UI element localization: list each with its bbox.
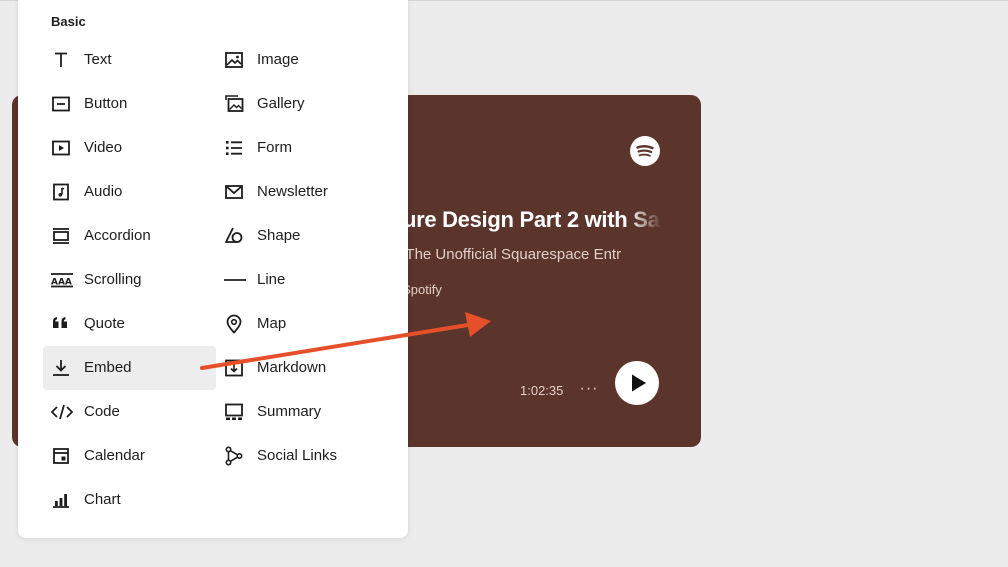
block-item-label: Accordion xyxy=(84,227,151,244)
block-item-label: Form xyxy=(257,139,292,156)
spotify-logo-icon[interactable] xyxy=(630,136,660,166)
line-icon xyxy=(224,270,246,290)
section-title-basic: Basic xyxy=(51,14,86,29)
form-icon xyxy=(224,138,244,158)
block-item-newsletter[interactable]: Newsletter xyxy=(216,170,389,214)
block-item-label: Calendar xyxy=(84,447,145,464)
page: igure Design Part 2 with Sa 3 · The Unof… xyxy=(0,0,1008,567)
block-item-chart[interactable]: Chart xyxy=(43,478,216,522)
block-item-audio[interactable]: Audio xyxy=(43,170,216,214)
block-item-form[interactable]: Form xyxy=(216,126,389,170)
block-item-label: Markdown xyxy=(257,359,327,376)
episode-title[interactable]: igure Design Part 2 with Sa xyxy=(384,207,662,233)
block-item-label: Embed xyxy=(84,359,132,376)
block-item-quote[interactable]: Quote xyxy=(43,302,216,346)
text-icon xyxy=(51,50,71,70)
episode-duration: 1:02:35 xyxy=(520,383,564,398)
block-item-label: Newsletter xyxy=(257,183,328,200)
block-item-label: Summary xyxy=(257,403,322,420)
block-item-label: Map xyxy=(257,315,287,332)
block-item-text[interactable]: Text xyxy=(43,38,216,82)
block-item-embed[interactable]: Embed xyxy=(43,346,216,390)
block-item-label: Gallery xyxy=(257,95,305,112)
markdown-icon xyxy=(224,358,244,378)
audio-icon xyxy=(51,182,71,202)
block-item-calendar[interactable]: Calendar xyxy=(43,434,216,478)
block-item-scrolling[interactable]: AAA Scrolling xyxy=(43,258,216,302)
video-icon xyxy=(51,138,71,158)
more-options-button[interactable]: ··· xyxy=(578,378,600,400)
block-item-accordion[interactable]: Accordion xyxy=(43,214,216,258)
gallery-icon xyxy=(224,94,244,114)
summary-icon xyxy=(224,402,244,422)
block-item-social-links[interactable]: Social Links xyxy=(216,434,389,478)
block-item-summary[interactable]: Summary xyxy=(216,390,389,434)
play-icon xyxy=(632,374,646,392)
social-links-icon xyxy=(224,446,244,466)
block-item-label: Quote xyxy=(84,315,125,332)
block-item-image[interactable]: Image xyxy=(216,38,389,82)
chart-icon xyxy=(51,490,71,510)
block-item-label: Video xyxy=(84,139,123,156)
block-item-markdown[interactable]: Markdown xyxy=(216,346,389,390)
block-item-label: Code xyxy=(84,403,120,420)
block-item-line[interactable]: Line xyxy=(216,258,389,302)
episode-subtitle[interactable]: 3 · The Unofficial Squarespace Entr xyxy=(384,246,662,263)
button-icon xyxy=(51,94,71,114)
block-item-label: Audio xyxy=(84,183,123,200)
newsletter-icon xyxy=(224,182,244,202)
quote-icon xyxy=(51,314,71,334)
code-icon xyxy=(51,402,73,422)
block-item-gallery[interactable]: Gallery xyxy=(216,82,389,126)
block-item-shape[interactable]: Shape xyxy=(216,214,389,258)
block-item-label: Line xyxy=(257,271,286,288)
scrolling-icon: AAA xyxy=(51,270,73,290)
block-item-video[interactable]: Video xyxy=(43,126,216,170)
play-button[interactable] xyxy=(615,361,659,405)
shape-icon xyxy=(224,226,244,246)
map-pin-icon xyxy=(224,314,244,334)
block-item-label: Text xyxy=(84,51,112,68)
accordion-icon xyxy=(51,226,71,246)
block-item-map[interactable]: Map xyxy=(216,302,389,346)
calendar-icon xyxy=(51,446,71,466)
block-item-code[interactable]: Code xyxy=(43,390,216,434)
block-picker-panel: Basic Text Button Video Audio Accordion … xyxy=(18,0,408,538)
block-item-label: Scrolling xyxy=(84,271,142,288)
embed-icon xyxy=(51,358,71,378)
block-item-label: Button xyxy=(84,95,128,112)
block-item-label: Social Links xyxy=(257,447,338,464)
image-icon xyxy=(224,50,244,70)
block-item-button[interactable]: Button xyxy=(43,82,216,126)
block-item-label: Chart xyxy=(84,491,121,508)
block-item-label: Image xyxy=(257,51,299,68)
block-item-label: Shape xyxy=(257,227,301,244)
